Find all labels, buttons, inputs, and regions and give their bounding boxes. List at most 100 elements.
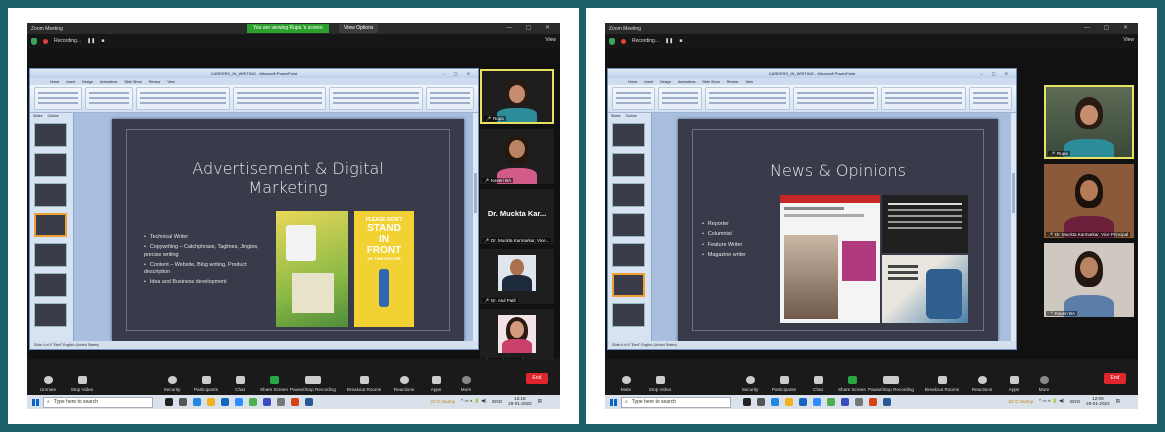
weather-widget[interactable]: 21°C Sunny (1008, 399, 1033, 404)
tab-home[interactable]: Home (50, 80, 59, 84)
slide-thumb[interactable] (34, 273, 67, 297)
store-icon[interactable] (221, 398, 229, 406)
ribbon-group-slides[interactable] (658, 87, 702, 110)
tab-animations[interactable]: Animations (100, 80, 117, 84)
language-indicator[interactable]: ENG (1070, 399, 1080, 404)
search-app-icon[interactable] (743, 398, 751, 406)
ribbon-group-paragraph[interactable] (792, 87, 878, 110)
chat-button[interactable]: Chat (221, 376, 259, 392)
stop-video-button[interactable]: Stop Video (63, 376, 101, 392)
shield-icon[interactable] (31, 37, 37, 45)
zoom-icon[interactable] (813, 398, 821, 406)
tab-outline[interactable]: Outline (626, 114, 637, 118)
slide-thumb[interactable] (612, 243, 645, 267)
window-controls[interactable]: — ▢ ✕ (1084, 24, 1134, 31)
participant-tile-kaveri[interactable]: Kaveri BA (480, 129, 554, 184)
participant-tile-muckta[interactable]: Dr. Muckta Karmarkar, Vice Principal (1044, 164, 1134, 238)
weather-widget[interactable]: 21°C Sunny (430, 399, 455, 404)
stop-icon[interactable]: ■ (679, 38, 682, 44)
ribbon-group-drawing[interactable] (329, 87, 424, 110)
powerpoint-icon[interactable] (869, 398, 877, 406)
participants-button[interactable]: Participants (765, 376, 803, 392)
app-icon[interactable] (263, 398, 271, 406)
view-options-button[interactable]: View Options (339, 24, 379, 33)
taskbar-search[interactable]: ⌕ Type here to search (43, 396, 153, 408)
pause-recording-button[interactable]: Pause/Stop Recording (863, 376, 919, 392)
slide-thumb[interactable] (612, 123, 645, 147)
view-button[interactable]: View (1123, 37, 1134, 43)
ribbon-group-font[interactable] (135, 87, 230, 110)
slide-thumb[interactable] (612, 183, 645, 207)
ribbon-group-font[interactable] (704, 87, 790, 110)
word-icon[interactable] (305, 398, 313, 406)
tab-slides[interactable]: Slides (33, 114, 43, 118)
participants-button[interactable]: Participants (187, 376, 225, 392)
notification-icon[interactable]: ▤ (538, 398, 542, 404)
shield-icon[interactable] (609, 37, 615, 45)
ribbon-group-paragraph[interactable] (232, 87, 327, 110)
window-controls[interactable]: — ▢ ✕ (506, 24, 556, 31)
slide-thumb-selected[interactable] (34, 213, 67, 237)
edge-icon[interactable] (771, 398, 779, 406)
ppt-window-controls[interactable]: – ▢ ✕ (442, 69, 474, 78)
chrome-icon[interactable] (249, 398, 257, 406)
mute-button[interactable]: Mute (607, 376, 645, 392)
language-indicator[interactable]: ENG (492, 399, 502, 404)
windows-start-icon[interactable] (32, 398, 39, 406)
store-icon[interactable] (799, 398, 807, 406)
tray-icons[interactable]: ^ ▭ ◐ 🔋 ◀) (461, 398, 486, 404)
tab-view[interactable]: View (167, 80, 175, 84)
chrome-icon[interactable] (827, 398, 835, 406)
ppt-scrollbar[interactable] (1011, 113, 1016, 341)
slide-thumb[interactable] (612, 153, 645, 177)
view-button[interactable]: View (545, 37, 556, 43)
more-button[interactable]: More (1025, 376, 1063, 392)
stop-icon[interactable]: ■ (101, 38, 104, 44)
clock[interactable]: 12:18 29-01-2022 (508, 396, 532, 406)
settings-icon[interactable] (277, 398, 285, 406)
tab-view[interactable]: View (745, 80, 753, 84)
tab-insert[interactable]: Insert (644, 80, 653, 84)
pause-icon[interactable]: ❚❚ (87, 38, 95, 44)
tab-design[interactable]: Design (82, 80, 93, 84)
ribbon-group-editing[interactable] (968, 87, 1012, 110)
participant-tile-rupa[interactable]: Rupa (1044, 85, 1134, 159)
tray-icons[interactable]: ^ ▭ ◐ 🔋 ◀) (1039, 398, 1064, 404)
slide-thumb[interactable] (34, 303, 67, 327)
ribbon-group-editing[interactable] (426, 87, 475, 110)
end-meeting-button[interactable]: End (526, 373, 548, 384)
file-explorer-icon[interactable] (207, 398, 215, 406)
task-view-icon[interactable] (179, 398, 187, 406)
app-icon[interactable] (841, 398, 849, 406)
slide-thumb[interactable] (34, 153, 67, 177)
tab-insert[interactable]: Insert (66, 80, 75, 84)
ribbon-group-slides[interactable] (84, 87, 133, 110)
ppt-window-controls[interactable]: – ▢ ✕ (980, 69, 1012, 78)
tab-slide-show[interactable]: Slide Show (124, 80, 142, 84)
chat-button[interactable]: Chat (799, 376, 837, 392)
tab-review[interactable]: Review (149, 80, 160, 84)
windows-start-icon[interactable] (610, 398, 617, 406)
security-button[interactable]: Security (731, 376, 769, 392)
slide-thumb[interactable] (34, 183, 67, 207)
ribbon-group-clipboard[interactable] (612, 87, 656, 110)
ppt-scrollbar[interactable] (473, 113, 478, 341)
slide-thumb[interactable] (34, 123, 67, 147)
edge-icon[interactable] (193, 398, 201, 406)
pause-recording-button[interactable]: Pause/Stop Recording (285, 376, 341, 392)
tab-animations[interactable]: Animations (678, 80, 695, 84)
participant-tile-jayashri[interactable]: Jayashri Bangali (480, 309, 554, 364)
search-app-icon[interactable] (165, 398, 173, 406)
zoom-icon[interactable] (235, 398, 243, 406)
tab-slide-show[interactable]: Slide Show (702, 80, 720, 84)
tab-outline[interactable]: Outline (48, 114, 59, 118)
notification-icon[interactable]: ▤ (1116, 398, 1120, 404)
slide-thumb-selected[interactable] (612, 273, 645, 297)
slide-thumb[interactable] (34, 243, 67, 267)
participant-tile-atul[interactable]: Dr. Atul Patil (480, 249, 554, 304)
task-view-icon[interactable] (757, 398, 765, 406)
ribbon-group-drawing[interactable] (880, 87, 966, 110)
end-meeting-button[interactable]: End (1104, 373, 1126, 384)
tab-review[interactable]: Review (727, 80, 738, 84)
clock[interactable]: 12:09 29-01-2022 (1086, 396, 1110, 406)
